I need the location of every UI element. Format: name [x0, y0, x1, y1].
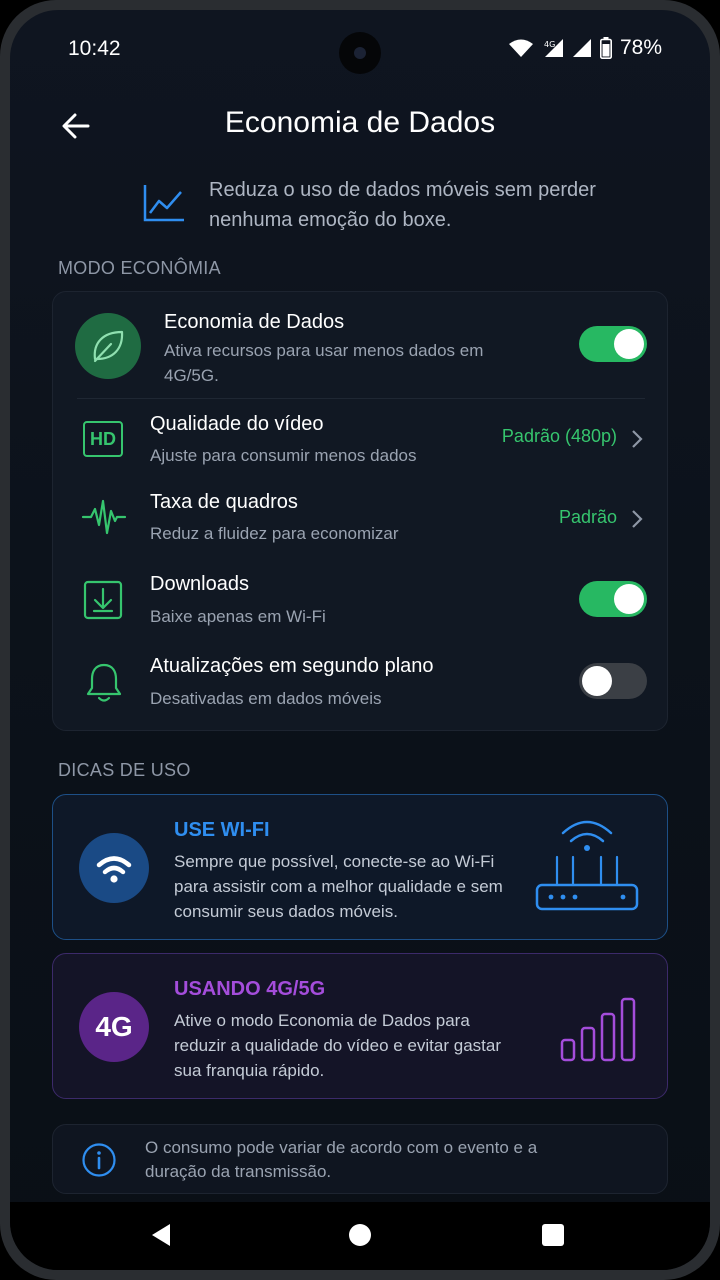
status-bar: 10:42 4G 78% — [10, 10, 710, 86]
tip-mobile-title: USANDO 4G/5G — [174, 978, 326, 1000]
downloads-title: Downloads — [150, 573, 249, 595]
data-saver-desc: Ativa recursos para usar menos dados em … — [164, 341, 484, 385]
battery-percent: 78% — [619, 36, 662, 59]
wifi-status-icon — [508, 39, 533, 57]
camera-cutout — [339, 32, 381, 74]
toggle-knob — [614, 329, 644, 359]
phone-frame: 10:42 4G 78% Economia de Dados Reduza o … — [0, 0, 720, 1280]
data-saver-title: Economia de Dados — [164, 311, 345, 333]
status-icons: 4G 78% — [508, 36, 662, 60]
tip-wifi-title: USE WI-FI — [174, 819, 270, 841]
info-icon — [82, 1143, 116, 1177]
video-quality-title: Qualidade do vídeo — [150, 413, 324, 435]
page-title: Economia de Dados — [224, 106, 496, 139]
router-icon — [535, 820, 639, 911]
framerate-title: Taxa de quadros — [150, 491, 298, 513]
battery-icon — [599, 37, 612, 59]
nav-home-icon[interactable] — [343, 1218, 377, 1252]
download-icon — [83, 580, 123, 620]
signal-4g-icon: 4G — [544, 39, 563, 57]
setting-row-data-saver[interactable]: Economia de Dados Ativa recursos para us… — [53, 292, 669, 397]
nav-back-icon[interactable] — [146, 1218, 180, 1252]
nav-recents-icon[interactable] — [536, 1218, 570, 1252]
tip-card-mobile: 4G USANDO 4G/5G Ative o modo Economia de… — [52, 953, 668, 1099]
framerate-desc: Reduz a fluidez para economizar — [150, 524, 399, 543]
leaf-icon — [93, 330, 124, 363]
wifi-badge — [79, 833, 149, 903]
section-title-mode: MODO ECONÔMIA — [58, 258, 221, 278]
intro-text: Reduza o uso de dados móveis sem perder … — [209, 179, 596, 231]
tip-mobile-text: Ative o modo Economia de Dados para redu… — [174, 1011, 501, 1080]
svg-text:4G: 4G — [544, 40, 555, 49]
tip-wifi-text: Sempre que possível, conecte-se ao Wi-Fi… — [174, 852, 503, 921]
toggle-knob — [582, 666, 612, 696]
system-nav-bar — [10, 1202, 710, 1270]
setting-row-downloads[interactable]: Downloads Baixe apenas em Wi-Fi — [53, 557, 669, 639]
wifi-icon — [96, 856, 132, 883]
status-time: 10:42 — [68, 37, 121, 60]
downloads-desc: Baixe apenas em Wi-Fi — [150, 607, 326, 626]
background-updates-toggle[interactable] — [579, 663, 647, 699]
info-note: O consumo pode variar de acordo com o ev… — [52, 1124, 668, 1194]
background-updates-title: Atualizações em segundo plano — [150, 655, 434, 677]
tip-card-wifi: USE WI-FI Sempre que possível, conecte-s… — [52, 794, 668, 940]
background-updates-desc: Desativadas em dados móveis — [150, 689, 382, 708]
video-quality-value: Padrão (480p) — [501, 426, 617, 446]
bell-icon — [86, 663, 122, 702]
waveform-icon — [81, 499, 127, 535]
chevron-right-icon — [632, 510, 643, 528]
setting-row-video-quality[interactable]: HD Qualidade do vídeo Ajuste para consum… — [53, 399, 669, 477]
screen: 10:42 4G 78% Economia de Dados Reduza o … — [10, 10, 710, 1270]
downloads-toggle[interactable] — [579, 581, 647, 617]
hd-icon: HD — [83, 421, 123, 457]
toggle-knob — [614, 584, 644, 614]
framerate-value: Padrão — [558, 507, 617, 527]
leaf-badge — [75, 313, 141, 379]
chart-trend-icon — [143, 185, 184, 222]
signal-icon — [572, 39, 591, 57]
info-note-text: O consumo pode variar de acordo com o ev… — [145, 1138, 538, 1181]
setting-row-framerate[interactable]: Taxa de quadros Reduz a fluidez para eco… — [53, 477, 669, 557]
settings-card: Economia de Dados Ativa recursos para us… — [52, 291, 668, 731]
signal-bars-icon — [560, 997, 636, 1062]
chevron-right-icon — [632, 430, 643, 448]
video-quality-desc: Ajuste para consumir menos dados — [150, 446, 417, 465]
4g-badge-icon: 4G — [79, 992, 149, 1062]
app-bar: Economia de Dados — [10, 96, 710, 156]
section-title-tips: DICAS DE USO — [58, 760, 191, 780]
setting-row-background-updates[interactable]: Atualizações em segundo plano Desativada… — [53, 639, 669, 721]
data-saver-toggle[interactable] — [579, 326, 647, 362]
